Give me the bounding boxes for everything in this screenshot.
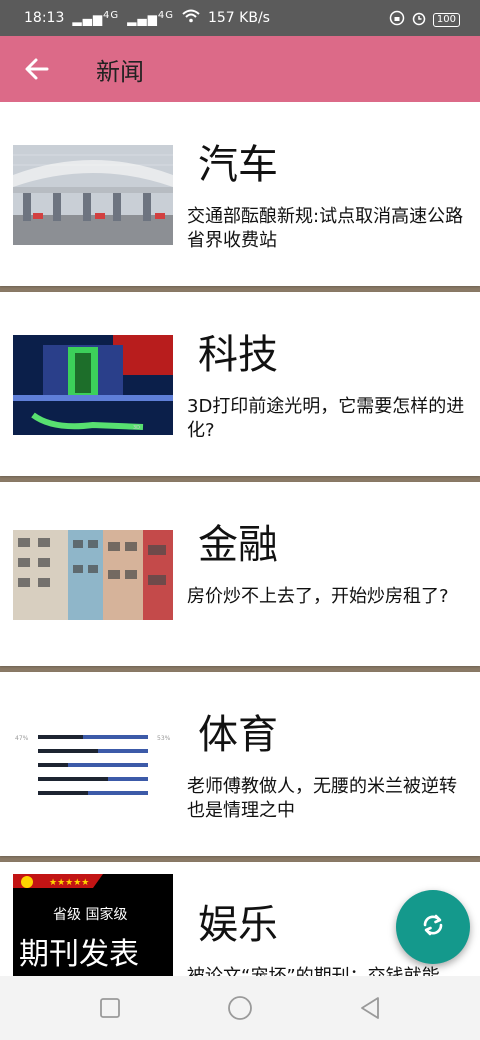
news-headline: 3D打印前途光明，它需要怎样的进化? [187, 396, 465, 441]
news-headline: 交通部酝酿新规:试点取消高速公路省界收费站 [187, 206, 464, 251]
refresh-button[interactable] [396, 890, 470, 964]
news-category: 体育 [198, 712, 278, 758]
news-headline: 被论文“宠坏”的期刊：交钱就能 [187, 965, 472, 976]
app-bar: 新闻 [0, 36, 480, 102]
alarm-icon [411, 10, 427, 30]
news-category: 科技 [198, 332, 278, 378]
wifi-icon [182, 9, 200, 27]
battery-icon: 100 [432, 13, 460, 27]
svg-text:47%: 47% [15, 735, 29, 742]
news-thumbnail: ★★★★★ 省级 国家级 期刊发表 [13, 874, 173, 976]
svg-text:期刊发表: 期刊发表 [19, 937, 139, 972]
news-card-sports[interactable]: 47% 53% 体育 老师傅教做人，无腰的米兰被逆转也是情理之中 [0, 672, 480, 856]
system-nav-bar [0, 976, 480, 1040]
news-thumbnail [13, 145, 173, 245]
news-thumbnail [13, 530, 173, 630]
status-time: 18:13 [24, 10, 65, 26]
recents-button[interactable] [96, 994, 124, 1022]
page-title: 新闻 [96, 58, 144, 86]
news-thumbnail: 3D [13, 335, 173, 435]
news-headline: 房价炒不上去了，开始炒房租了? [187, 586, 449, 607]
status-bar: 18:13 ▂▄▆4G ▂▄▆4G 157 KB/s 100 [0, 0, 480, 36]
back-button[interactable] [356, 994, 384, 1022]
home-button[interactable] [226, 994, 254, 1022]
svg-text:省级 国家级: 省级 国家级 [53, 906, 127, 923]
arrow-left-icon[interactable] [22, 54, 52, 84]
news-card-car[interactable]: 汽车 交通部酝酿新规:试点取消高速公路省界收费站 [0, 102, 480, 286]
news-category: 金融 [198, 522, 278, 568]
news-thumbnail: 47% 53% [13, 722, 173, 822]
news-list: 汽车 交通部酝酿新规:试点取消高速公路省界收费站 3D 科技 3D打印前途光明，… [0, 102, 480, 976]
news-category: 娱乐 [198, 902, 278, 948]
svg-text:3D: 3D [133, 425, 140, 431]
network-speed: 157 KB/s [207, 10, 270, 26]
refresh-icon [419, 911, 447, 943]
svg-text:53%: 53% [157, 735, 171, 742]
signal-icon-2: ▂▄▆4G [127, 10, 174, 26]
news-headline: 老师傅教做人，无腰的米兰被逆转也是情理之中 [187, 776, 457, 821]
signal-icon: ▂▄▆4G [72, 10, 120, 26]
lock-rotation-icon [389, 10, 405, 30]
news-card-tech[interactable]: 3D 科技 3D打印前途光明，它需要怎样的进化? [0, 292, 480, 476]
svg-text:★★★★★: ★★★★★ [49, 878, 89, 888]
news-card-finance[interactable]: 金融 房价炒不上去了，开始炒房租了? [0, 482, 480, 666]
news-category: 汽车 [198, 142, 278, 188]
